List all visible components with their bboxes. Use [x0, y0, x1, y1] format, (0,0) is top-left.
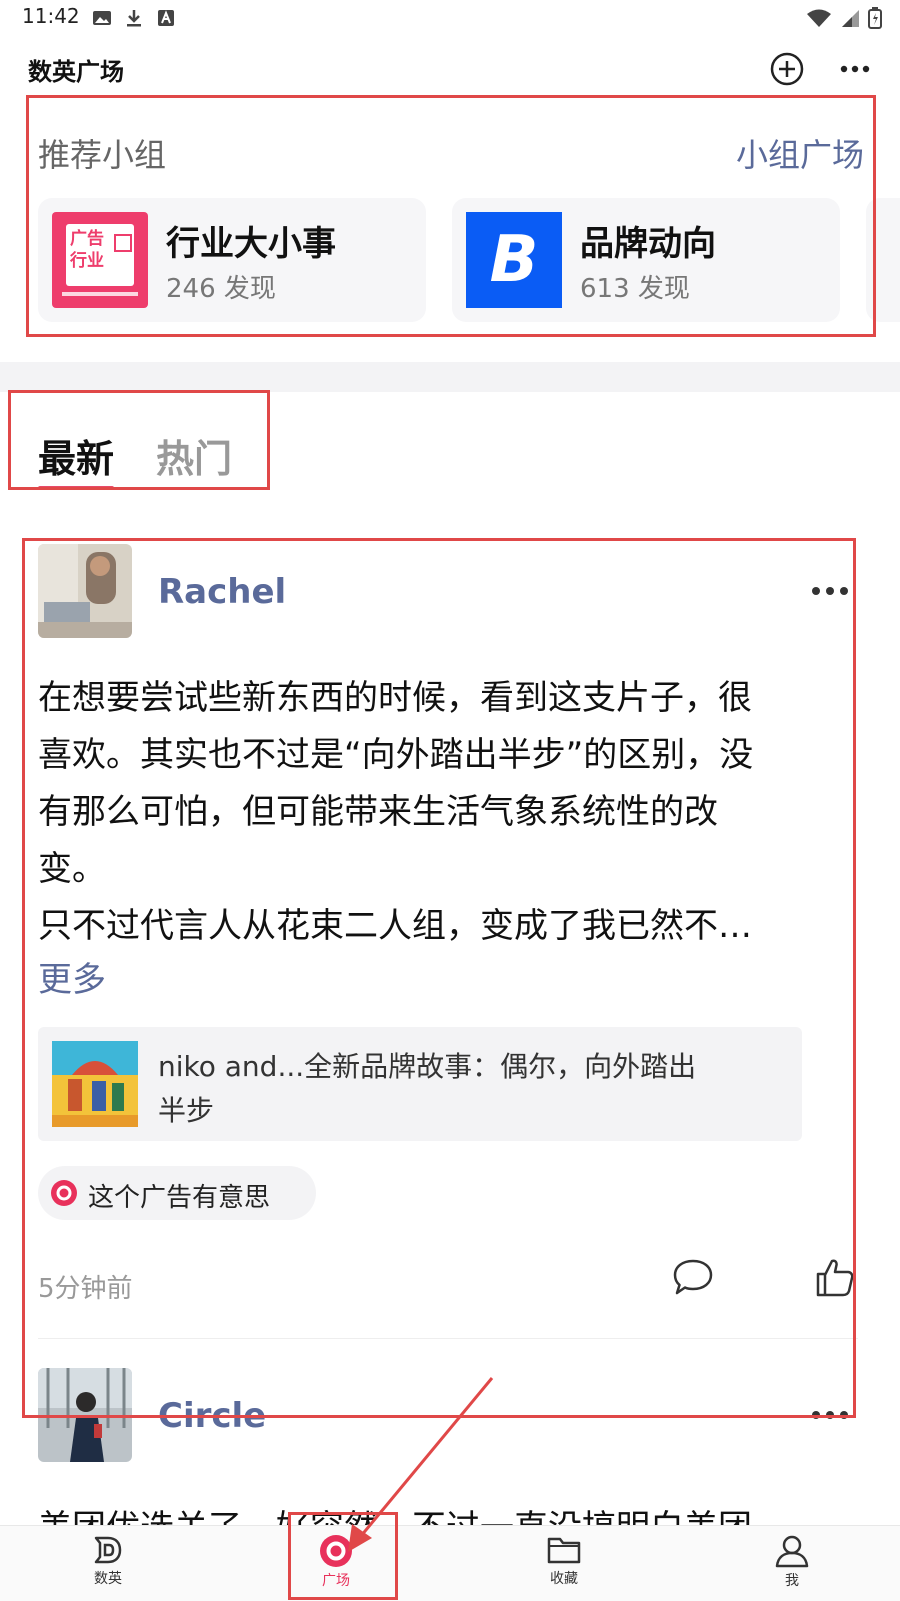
annotation-box-tabs [8, 390, 270, 490]
nav-label: 数英 [94, 1571, 122, 1587]
nav-item-me[interactable]: 我 [732, 1526, 852, 1601]
signal-icon [842, 10, 859, 27]
status-system-icons [806, 7, 882, 29]
nav-label: 我 [785, 1573, 799, 1589]
more-button[interactable] [836, 50, 874, 88]
wifi-icon [807, 9, 831, 27]
folder-icon [547, 1537, 581, 1564]
more-horizontal-icon [840, 65, 870, 73]
section-separator [0, 362, 900, 392]
bottom-nav: 数英 广场 收藏 我 [0, 1525, 900, 1601]
font-icon [158, 10, 174, 26]
plus-circle-icon [770, 52, 804, 86]
image-icon [93, 11, 111, 25]
annotation-box-groups [26, 95, 876, 337]
status-time: 11:42 [22, 4, 80, 28]
add-button[interactable] [768, 50, 806, 88]
status-notification-icons [92, 8, 176, 28]
nav-item-favorites[interactable]: 收藏 [504, 1526, 624, 1601]
annotation-box-post [22, 538, 856, 1418]
annotation-box-nav [288, 1512, 398, 1600]
nav-item-shuying[interactable]: 数英 [48, 1526, 168, 1601]
page-title: 数英广场 [28, 58, 124, 86]
download-icon [127, 10, 141, 27]
nav-label: 收藏 [550, 1571, 578, 1587]
user-icon [775, 1535, 809, 1568]
battery-icon [868, 7, 882, 29]
shuying-logo-icon [94, 1536, 122, 1564]
